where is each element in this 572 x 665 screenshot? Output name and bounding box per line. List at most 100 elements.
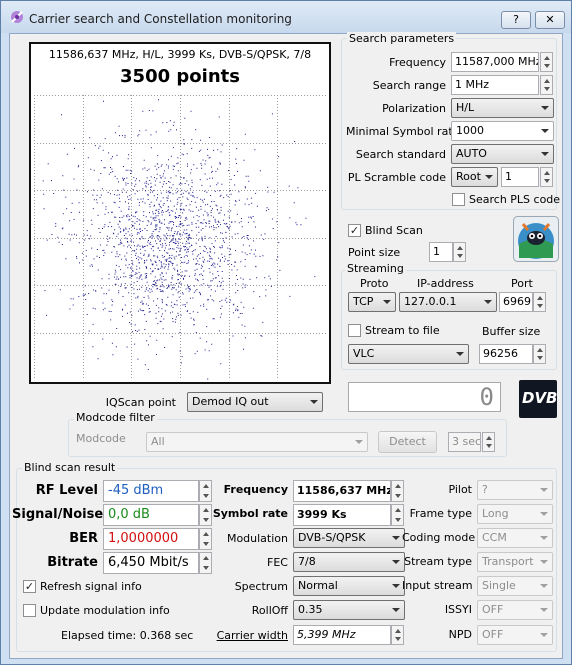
player-select[interactable]: VLC <box>348 344 469 364</box>
modcode-select[interactable]: All <box>146 432 368 452</box>
min-symbol-rate-select[interactable]: 1000 <box>451 121 554 141</box>
chevron-down-icon <box>392 584 400 588</box>
constellation-plot: 11586,637 MHz, H/L, 3999 Ks, DVB-S/QPSK,… <box>29 42 331 384</box>
rf-level-label: RF Level <box>35 483 98 498</box>
search-standard-select[interactable]: AUTO <box>451 144 554 164</box>
chevron-down-icon <box>541 152 549 156</box>
chevron-down-icon <box>456 352 464 356</box>
signal-noise-label: Signal/Noise <box>12 507 104 522</box>
ip-address-select[interactable]: 127.0.0.1 <box>399 292 497 312</box>
streaming-title: Streaming <box>345 262 406 275</box>
chevron-down-icon <box>392 608 400 612</box>
player-value: VLC <box>353 347 375 360</box>
stream-to-file-checkbox[interactable] <box>348 324 361 337</box>
coding-mode-select[interactable]: CCM <box>477 528 553 548</box>
modulation-label: Modulation <box>226 532 288 545</box>
title-bar[interactable]: Carrier search and Constellation monitor… <box>1 1 571 33</box>
spectrum-value: Normal <box>298 579 338 592</box>
proto-label: Proto <box>360 277 389 290</box>
blind-scan-result-title: Blind scan result <box>22 461 118 474</box>
pl-scramble-mode-select[interactable]: Root <box>451 167 498 187</box>
npd-select[interactable]: OFF <box>477 625 553 645</box>
input-stream-value: Single <box>482 579 516 592</box>
fec-select[interactable]: 7/8 <box>293 552 405 572</box>
chevron-down-icon <box>540 560 548 564</box>
npd-label: NPD <box>448 628 472 641</box>
port-spinner[interactable] <box>533 292 546 312</box>
point-size-input[interactable]: 1 <box>429 242 453 262</box>
iqscan-label: IQScan point <box>105 396 176 409</box>
pilot-select[interactable]: ? <box>477 480 553 500</box>
proto-select[interactable]: TCP <box>348 292 396 312</box>
chevron-down-icon <box>540 536 548 540</box>
search-range-input[interactable]: 1 MHz <box>451 75 539 95</box>
stream-type-label: Stream type <box>404 555 472 568</box>
chevron-down-icon <box>540 608 548 612</box>
dvb-logo: DVB <box>519 380 558 418</box>
search-pls-checkbox[interactable] <box>452 193 465 206</box>
close-icon: ✕ <box>545 13 555 26</box>
help-button[interactable]: ? <box>501 11 531 29</box>
counter-value: 0 <box>479 383 494 411</box>
rf-level-value: -45 dBm <box>103 480 199 502</box>
search-range-label: Search range <box>372 79 446 92</box>
chevron-down-icon <box>541 106 549 110</box>
ip-address-value: 127.0.0.1 <box>404 295 457 308</box>
window-title: Carrier search and Constellation monitor… <box>29 12 292 26</box>
rolloff-select[interactable]: 0.35 <box>293 600 405 620</box>
issyi-label: ISSYI <box>444 603 472 616</box>
spectrum-select[interactable]: Normal <box>293 576 405 596</box>
update-modulation-checkbox[interactable] <box>23 604 36 617</box>
detect-button[interactable]: Detect <box>378 431 437 453</box>
modulation-select[interactable]: DVB-S/QPSK <box>293 528 405 548</box>
chevron-down-icon <box>540 584 548 588</box>
modcode-interval-input[interactable]: 3 sec <box>448 432 481 452</box>
chevron-down-icon <box>485 175 493 179</box>
pl-scramble-input[interactable]: 1 <box>501 167 539 187</box>
buffer-size-input[interactable]: 96256 <box>479 344 533 364</box>
chevron-down-icon <box>484 300 492 304</box>
modcode-interval-spinner[interactable] <box>482 432 495 452</box>
blind-scan-checkbox[interactable]: ✓ <box>348 224 361 237</box>
chevron-down-icon <box>392 560 400 564</box>
coding-mode-label: Coding mode <box>402 531 476 544</box>
issyi-select[interactable]: OFF <box>477 600 553 620</box>
buffer-size-spinner[interactable] <box>533 344 546 364</box>
iqscan-select[interactable]: Demod IQ out <box>187 392 323 412</box>
stream-type-select[interactable]: Transport <box>477 552 553 572</box>
chevron-down-icon <box>540 633 548 637</box>
min-symbol-rate-label: Minimal Symbol rate <box>346 125 460 138</box>
constellation-grid <box>34 95 326 380</box>
polarization-label: Polarization <box>382 102 446 115</box>
npd-value: OFF <box>482 628 504 641</box>
frequency-input[interactable]: 11587,000 MHz <box>451 52 539 72</box>
fec-value: 7/8 <box>298 555 316 568</box>
frequency-spinner[interactable] <box>540 52 553 72</box>
port-input[interactable]: 6969 <box>499 292 533 312</box>
search-parameters-title: Search parameters <box>347 32 457 45</box>
refresh-signal-checkbox[interactable]: ✓ <box>23 580 36 593</box>
pl-scramble-label: PL Scramble code <box>347 171 446 184</box>
chevron-down-icon <box>392 536 400 540</box>
bitrate-value: 6,450 Mbit/s <box>103 552 199 574</box>
input-stream-select[interactable]: Single <box>477 576 553 596</box>
search-range-spinner[interactable] <box>540 75 553 95</box>
refresh-signal-label: Refresh signal info <box>40 580 142 593</box>
polarization-select[interactable]: H/L <box>451 98 554 118</box>
ber-label: BER <box>69 531 98 546</box>
frame-type-label: Frame type <box>409 507 472 520</box>
frame-type-select[interactable]: Long <box>477 504 553 524</box>
elapsed-time: Elapsed time: 0.368 sec <box>61 629 194 642</box>
symbol-rate-value: 3999 Ks <box>293 504 391 526</box>
pl-scramble-spinner[interactable] <box>540 167 553 187</box>
carrier-width-link[interactable]: Carrier width <box>210 629 288 642</box>
client-area: 11586,637 MHz, H/L, 3999 Ks, DVB-S/QPSK,… <box>9 32 563 659</box>
modcode-filter-title: Modcode filter <box>74 411 157 424</box>
pl-scramble-mode-value: Root <box>456 170 481 183</box>
counter-display: 0 <box>348 382 501 412</box>
close-button[interactable]: ✕ <box>535 11 565 29</box>
result-frequency-value: 11586,637 MHz <box>293 480 391 502</box>
point-size-spinner[interactable] <box>453 242 466 262</box>
blind-scan-label: Blind Scan <box>365 224 423 237</box>
constellation-info: 11586,637 MHz, H/L, 3999 Ks, DVB-S/QPSK,… <box>48 48 312 61</box>
